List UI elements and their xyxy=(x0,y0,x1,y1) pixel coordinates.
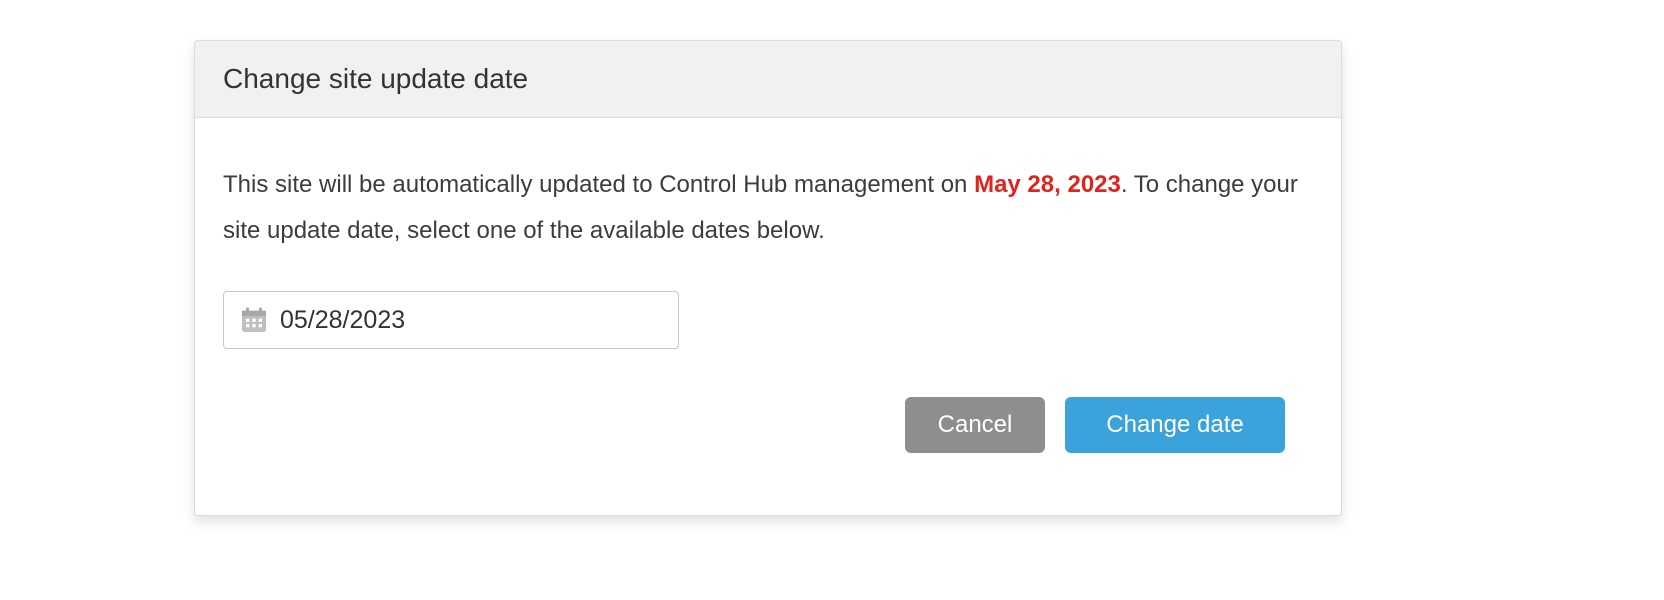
dialog-body: This site will be automatically updated … xyxy=(195,118,1341,515)
highlight-date: May 28, 2023 xyxy=(974,171,1121,198)
calendar-icon xyxy=(238,304,270,336)
description-pre: This site will be automatically updated … xyxy=(223,171,974,198)
dialog-header: Change site update date xyxy=(195,41,1341,118)
dialog-description: This site will be automatically updated … xyxy=(223,162,1313,253)
date-input-value: 05/28/2023 xyxy=(280,306,405,335)
change-site-update-date-dialog: Change site update date This site will b… xyxy=(194,40,1342,516)
date-input[interactable]: 05/28/2023 xyxy=(223,291,679,349)
dialog-footer: Cancel Change date xyxy=(223,397,1313,487)
change-date-button[interactable]: Change date xyxy=(1065,397,1285,453)
cancel-button[interactable]: Cancel xyxy=(905,397,1045,453)
dialog-title: Change site update date xyxy=(223,63,1313,95)
